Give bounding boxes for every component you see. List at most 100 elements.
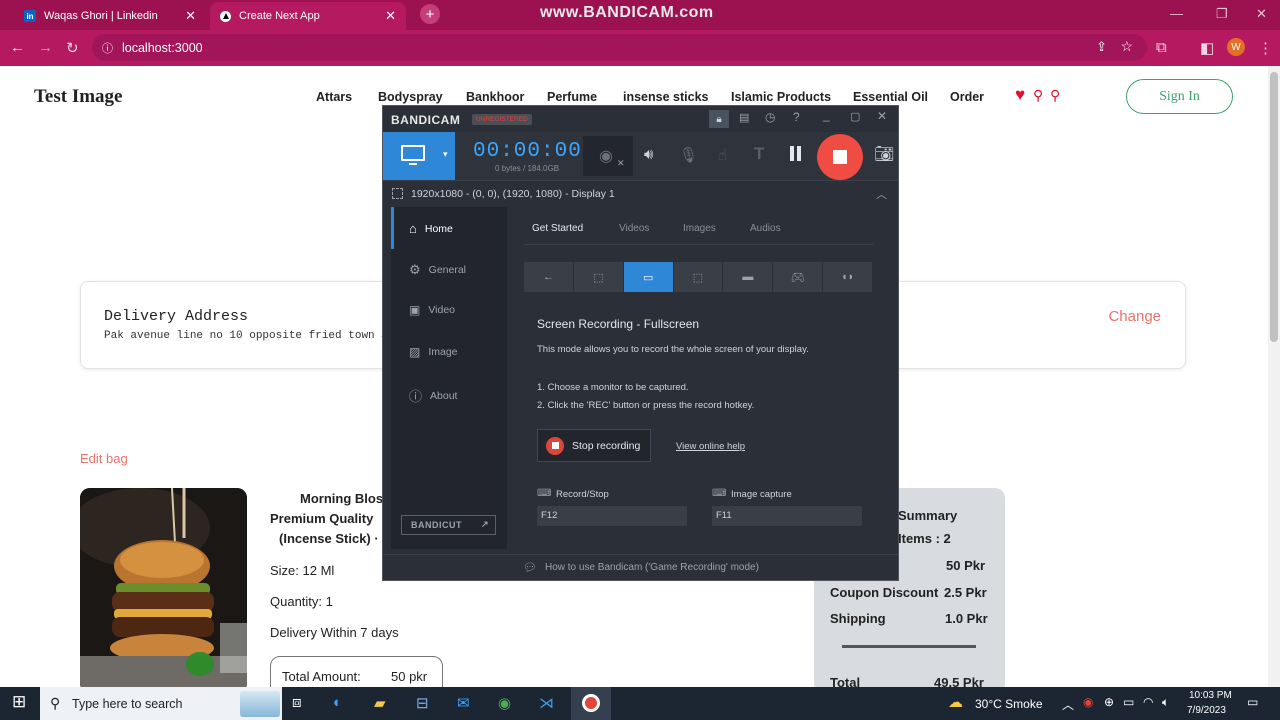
- tab-linkedin[interactable]: in Waqas Ghori | Linkedin ✕: [14, 2, 206, 30]
- tab-videos[interactable]: Videos: [619, 223, 649, 234]
- hdmi-mode-icon[interactable]: ▬: [723, 262, 774, 292]
- volume-icon[interactable]: 🔈︎: [1162, 695, 1169, 710]
- notification-icon[interactable]: ▭: [1247, 695, 1258, 709]
- around-mouse-mode-icon[interactable]: ⬚: [674, 262, 724, 292]
- nav-order[interactable]: Order: [950, 90, 984, 104]
- clock-date[interactable]: 7/9/2023: [1187, 705, 1226, 716]
- chevron-down-icon[interactable]: ▾: [443, 149, 448, 160]
- close-window-icon[interactable]: ✕: [1256, 6, 1267, 22]
- nav-islamic-products[interactable]: Islamic Products: [731, 90, 831, 104]
- microphone-icon[interactable]: 🎙︎: [679, 146, 698, 164]
- vscode-icon[interactable]: ⋊: [539, 694, 554, 712]
- stop-record-button[interactable]: [817, 134, 863, 180]
- nav-bankhoor[interactable]: Bankhoor: [466, 90, 524, 104]
- task-view-icon[interactable]: ⧈: [292, 694, 302, 711]
- bandicam-window: BANDICAM UNREGISTERED 🔒︎ ▤ ◷ ? _ ▢ ✕ ▾ 0…: [382, 105, 899, 581]
- display-icon[interactable]: ▭: [1123, 695, 1134, 709]
- nav-essential-oil[interactable]: Essential Oil: [853, 90, 928, 104]
- nav-perfume[interactable]: Perfume: [547, 90, 597, 104]
- stop-recording-button[interactable]: Stop recording: [537, 429, 651, 462]
- tab-images[interactable]: Images: [683, 223, 716, 234]
- audio-only-mode-icon[interactable]: ◖◗: [823, 262, 874, 292]
- forward-icon[interactable]: →: [38, 39, 53, 56]
- wifi-icon[interactable]: ◠: [1143, 695, 1153, 709]
- bookmark-star-icon[interactable]: ☆: [1120, 38, 1133, 55]
- menu-icon[interactable]: ⋮: [1258, 39, 1273, 57]
- mail-icon[interactable]: ✉: [457, 694, 470, 712]
- help-icon[interactable]: ?: [793, 110, 800, 124]
- sidebar-item-about[interactable]: ⓘ About: [409, 386, 457, 405]
- tab-get-started[interactable]: Get Started: [532, 223, 583, 234]
- taskbar-search[interactable]: ⚲ Type here to search: [40, 687, 282, 720]
- site-info-icon[interactable]: ⓘ: [102, 40, 113, 56]
- store-icon[interactable]: ⊟: [416, 694, 429, 712]
- minimize-icon[interactable]: _: [823, 108, 830, 122]
- search-icon[interactable]: ⚲: [1050, 87, 1060, 104]
- site-logo[interactable]: Test Image: [34, 86, 123, 108]
- game-mode-icon[interactable]: 🎮︎: [773, 262, 824, 292]
- view-online-help-link[interactable]: View online help: [676, 441, 745, 452]
- bandicam-taskbar-button[interactable]: [571, 687, 611, 720]
- bandicam-logo-text: BANDICAM: [391, 113, 461, 127]
- bandicut-button[interactable]: BANDICUT ↗: [401, 515, 496, 535]
- back-icon[interactable]: ←: [10, 39, 25, 56]
- chrome-icon[interactable]: ◉: [498, 694, 511, 712]
- nav-insense-sticks[interactable]: insense sticks: [623, 90, 708, 104]
- close-icon[interactable]: ✕: [385, 8, 396, 24]
- search-highlight-image: [240, 691, 280, 717]
- speaker-icon[interactable]: 🔊︎: [644, 146, 653, 163]
- heart-icon[interactable]: ♥: [1015, 85, 1025, 105]
- text-overlay-icon[interactable]: T: [754, 144, 764, 164]
- clock-time[interactable]: 10:03 PM: [1189, 690, 1232, 701]
- webcam-overlay-button[interactable]: ◉ ✕: [583, 136, 633, 176]
- file-explorer-icon[interactable]: ▰: [374, 694, 386, 712]
- sign-in-button[interactable]: Sign In: [1126, 79, 1233, 114]
- page-scrollbar[interactable]: [1268, 66, 1280, 687]
- chevron-up-icon[interactable]: ︿: [1062, 696, 1074, 713]
- scrollbar-thumb[interactable]: [1270, 72, 1278, 342]
- sidebar-item-image[interactable]: ▨ Image: [409, 345, 458, 359]
- globe-icon[interactable]: ⊕: [1104, 695, 1114, 709]
- tip-link[interactable]: How to use Bandicam ('Game Recording' mo…: [545, 562, 759, 573]
- rectangle-mode-icon[interactable]: ⬚: [574, 262, 624, 292]
- edit-bag-link[interactable]: Edit bag: [80, 451, 128, 466]
- reload-icon[interactable]: ↻: [66, 39, 79, 57]
- close-icon[interactable]: ✕: [877, 109, 887, 123]
- maximize-icon[interactable]: ▢: [850, 110, 860, 123]
- profile-avatar[interactable]: W: [1227, 38, 1245, 56]
- close-icon[interactable]: ✕: [185, 8, 196, 24]
- sidebar-item-home[interactable]: ⌂ Home: [409, 221, 453, 236]
- fullscreen-mode-button[interactable]: ▾: [383, 132, 455, 180]
- pause-icon[interactable]: [790, 146, 794, 161]
- weather-text[interactable]: 30°C Smoke: [975, 697, 1043, 711]
- lock-icon[interactable]: 🔒︎: [709, 110, 729, 128]
- record-tray-icon[interactable]: ◉: [1083, 695, 1093, 709]
- record-stop-hotkey-field[interactable]: F12: [537, 506, 687, 526]
- folder-icon[interactable]: ▤: [739, 111, 749, 124]
- edge-icon[interactable]: ◐: [333, 694, 342, 711]
- camera-icon[interactable]: 📷︎: [874, 144, 894, 164]
- change-address-link[interactable]: Change: [1108, 308, 1161, 325]
- nav-bodyspray[interactable]: Bodyspray: [378, 90, 443, 104]
- sidebar-icon[interactable]: ◧: [1200, 39, 1214, 57]
- nav-attars[interactable]: Attars: [316, 90, 352, 104]
- new-tab-button[interactable]: +: [420, 4, 440, 24]
- sidebar-item-general[interactable]: ⚙ General: [409, 262, 466, 278]
- windows-start-icon[interactable]: ⊞: [12, 692, 26, 712]
- mouse-effect-icon[interactable]: ☝︎: [718, 146, 727, 164]
- total-amount-value: 50 pkr: [391, 669, 428, 684]
- back-arrow-icon[interactable]: ←: [524, 262, 574, 292]
- tab-audios[interactable]: Audios: [750, 223, 781, 234]
- tab-create-next-app[interactable]: Create Next App ✕: [210, 2, 406, 30]
- extensions-icon[interactable]: ⧉: [1156, 39, 1167, 56]
- maximize-icon[interactable]: ❐: [1216, 6, 1228, 22]
- share-icon[interactable]: ⇪: [1096, 39, 1107, 55]
- sidebar-item-video[interactable]: ▣ Video: [409, 303, 455, 317]
- address-bar[interactable]: ⓘ localhost:3000 ⇪ ☆: [92, 34, 1147, 61]
- minimize-icon[interactable]: —: [1170, 6, 1183, 21]
- chevron-up-icon[interactable]: ︿: [876, 186, 887, 202]
- search-icon[interactable]: ⚲: [1033, 87, 1043, 104]
- clock-icon[interactable]: ◷: [765, 110, 775, 124]
- fullscreen-mode-icon[interactable]: ▭: [623, 262, 674, 292]
- image-capture-hotkey-field[interactable]: F11: [712, 506, 862, 526]
